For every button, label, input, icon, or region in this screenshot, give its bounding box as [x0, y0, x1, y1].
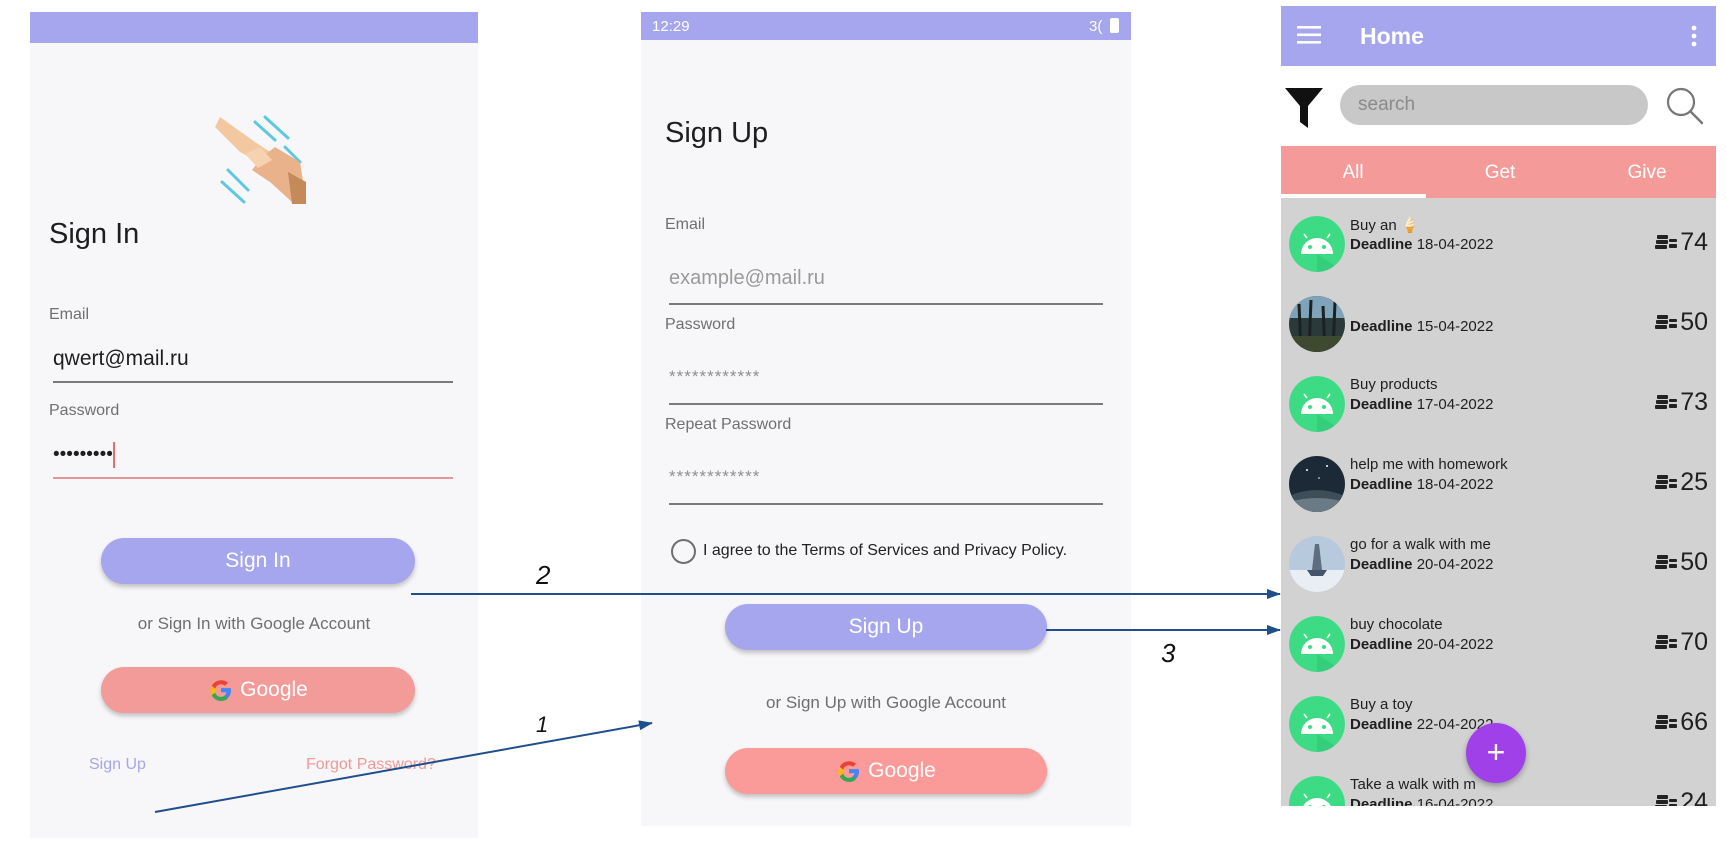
arrow-label-3: 3 [1161, 638, 1176, 668]
arrow-signup-link [154, 720, 653, 813]
arrow-label-2: 2 [536, 560, 551, 590]
flow-arrows [154, 589, 1281, 813]
arrow-label-1: 1 [536, 712, 549, 737]
